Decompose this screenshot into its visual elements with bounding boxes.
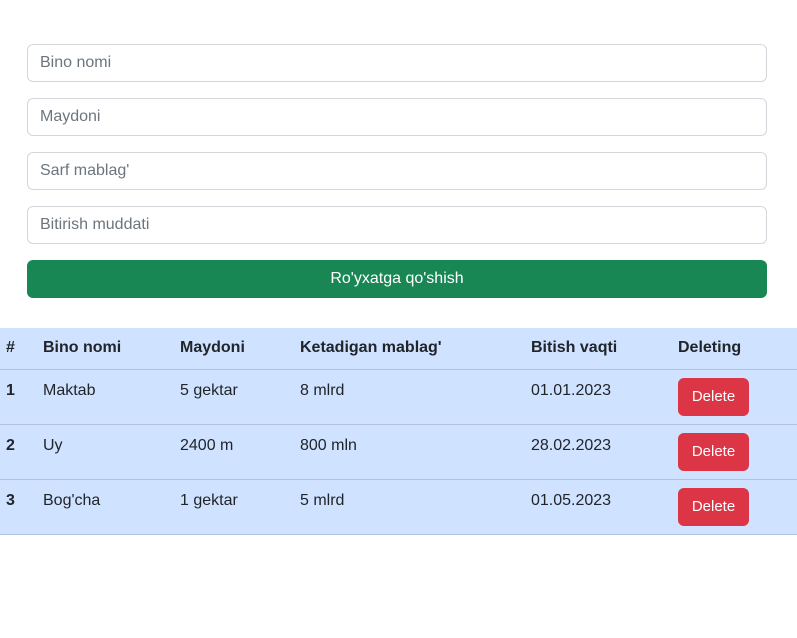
row-area: 5 gektar (174, 369, 294, 425)
row-area: 2400 m (174, 424, 294, 480)
row-building-name: Maktab (37, 369, 174, 425)
row-end-date: 28.02.2023 (525, 424, 672, 480)
header-end-date: Bitish vaqti (525, 328, 672, 370)
cost-input[interactable] (27, 152, 767, 190)
row-action-cell: Delete (672, 424, 797, 480)
table-row: 1 Maktab 5 gektar 8 mlrd 01.01.2023 Dele… (0, 369, 797, 425)
table-header-row: # Bino nomi Maydoni Ketadigan mablag' Bi… (0, 328, 797, 370)
row-number: 3 (0, 479, 37, 535)
row-number: 2 (0, 424, 37, 480)
deadline-input[interactable] (27, 206, 767, 244)
row-cost: 8 mlrd (294, 369, 525, 425)
building-name-input[interactable] (27, 44, 767, 82)
header-cost: Ketadigan mablag' (294, 328, 525, 370)
header-area: Maydoni (174, 328, 294, 370)
header-number: # (0, 328, 37, 370)
delete-button[interactable]: Delete (678, 487, 749, 526)
area-input[interactable] (27, 98, 767, 136)
header-building-name: Bino nomi (37, 328, 174, 370)
row-action-cell: Delete (672, 479, 797, 535)
table-row: 2 Uy 2400 m 800 mln 28.02.2023 Delete (0, 424, 797, 480)
row-building-name: Bog'cha (37, 479, 174, 535)
row-cost: 800 mln (294, 424, 525, 480)
table-row: 3 Bog'cha 1 gektar 5 mlrd 01.05.2023 Del… (0, 479, 797, 535)
row-number: 1 (0, 369, 37, 425)
header-deleting: Deleting (672, 328, 797, 370)
delete-button[interactable]: Delete (678, 377, 749, 416)
row-end-date: 01.01.2023 (525, 369, 672, 425)
row-cost: 5 mlrd (294, 479, 525, 535)
row-area: 1 gektar (174, 479, 294, 535)
row-end-date: 01.05.2023 (525, 479, 672, 535)
row-action-cell: Delete (672, 369, 797, 425)
add-to-list-button[interactable]: Ro'yxatga qo'shish (27, 260, 767, 298)
row-building-name: Uy (37, 424, 174, 480)
buildings-table: # Bino nomi Maydoni Ketadigan mablag' Bi… (0, 328, 797, 535)
delete-button[interactable]: Delete (678, 432, 749, 471)
add-building-form: Ro'yxatga qo'shish (27, 44, 767, 298)
